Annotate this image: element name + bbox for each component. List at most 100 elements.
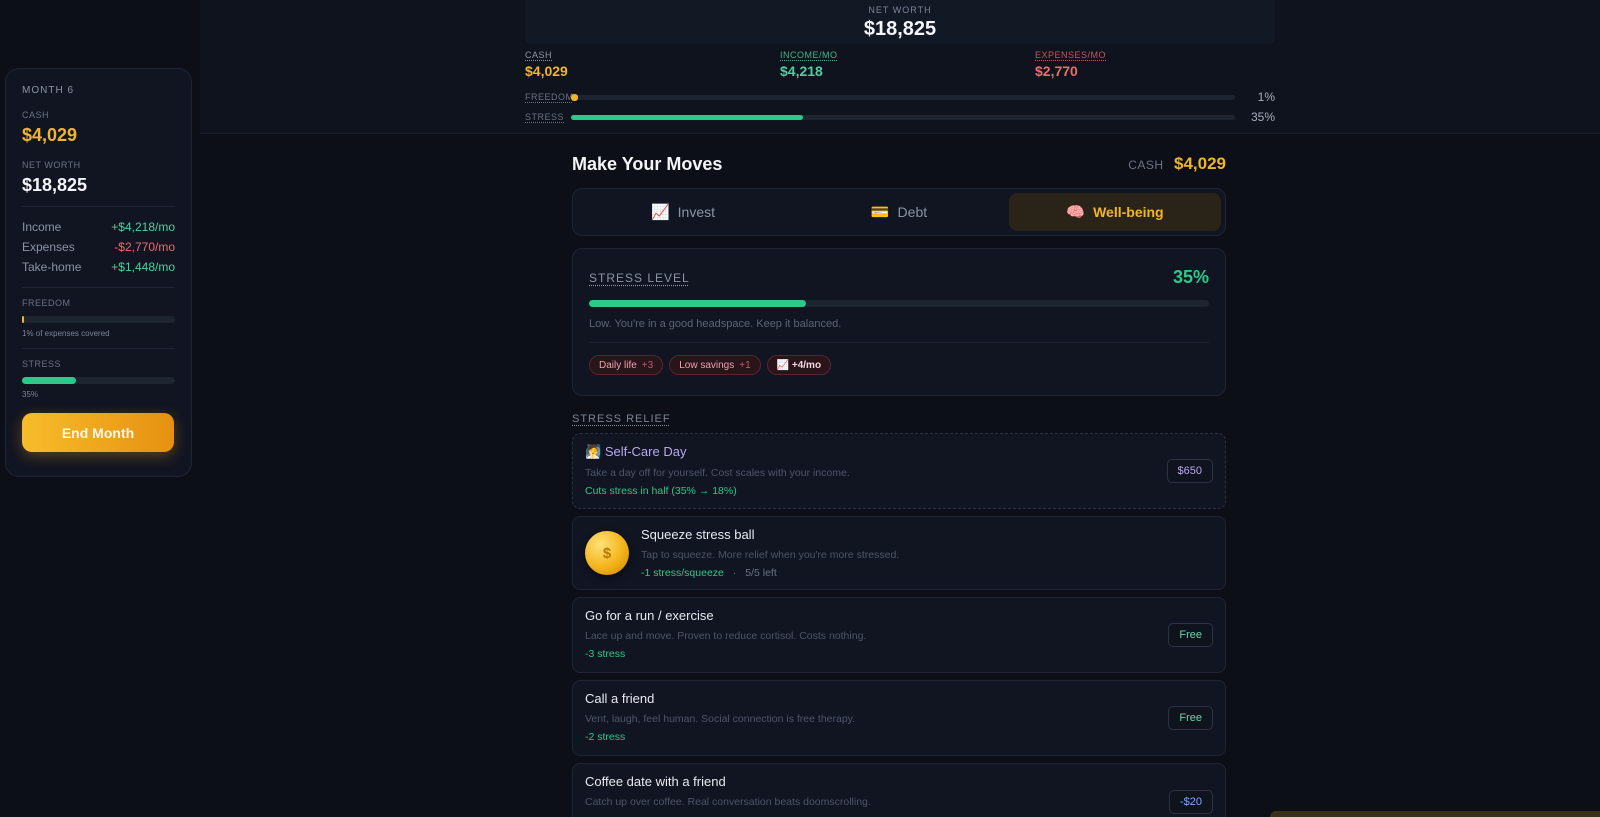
stress-ball-coin-icon[interactable]: $ — [585, 531, 629, 575]
top-freedom-meter: FREEDOM 1% — [525, 90, 1275, 104]
item-description: Catch up over coffee. Real conversation … — [585, 796, 871, 808]
stress-level-pct: 35% — [1172, 267, 1209, 287]
item-title: Go for a run / exercise — [585, 608, 714, 623]
sidebar-expenses-value: -$2,770/mo — [114, 240, 175, 254]
stress-chip-daily-life: Daily life +3 — [589, 355, 664, 375]
tab-invest-label: Invest — [677, 204, 716, 220]
top-stress-fill — [571, 114, 804, 120]
top-expenses-label: EXPENSES/MO — [1035, 50, 1107, 60]
header-cash-value: $4,029 — [1174, 154, 1226, 173]
end-month-button[interactable]: End Month — [22, 413, 174, 452]
call-friend-price-button[interactable]: Free — [1168, 706, 1213, 730]
month-label: MONTH 6 — [22, 85, 74, 96]
sidebar-freedom-fill — [22, 316, 24, 323]
page-title: Make Your Moves — [572, 153, 723, 174]
sidebar-cash-label: CASH — [22, 110, 50, 120]
item-description: Take a day off for yourself. Cost scales… — [585, 467, 850, 479]
item-description: Lace up and move. Proven to reduce corti… — [585, 630, 867, 642]
top-cash-label: CASH — [525, 50, 553, 60]
main-panel: Make Your Moves CASH $4,029 📈 Invest 💳 D… — [572, 150, 1226, 817]
divider — [22, 206, 175, 207]
sidebar-cash-value: $4,029 — [22, 125, 78, 145]
stress-level-card: STRESS LEVEL 35% Low. You're in a good h… — [572, 248, 1226, 396]
item-effect: -2 stress — [585, 731, 626, 743]
sidebar-freedom-label: FREEDOM — [22, 298, 71, 308]
chip-value: +3 — [641, 359, 654, 371]
chip-label: Low savings — [679, 359, 735, 371]
top-expenses-stat: EXPENSES/MO $2,770 — [1035, 50, 1106, 79]
brain-icon: 🧠 — [1066, 204, 1086, 221]
item-title: Call a friend — [585, 691, 655, 706]
sidebar-stress-note: 35% — [22, 390, 39, 399]
tab-debt[interactable]: 💳 Debt — [793, 193, 1005, 231]
coffee-date-price-button[interactable]: -$20 — [1168, 790, 1213, 814]
exercise-price-button[interactable]: Free — [1168, 623, 1213, 647]
net-worth-box: NET WORTH $18,825 — [525, 0, 1275, 44]
relief-item-stress-ball[interactable]: $ Squeeze stress ball Tap to squeeze. Mo… — [572, 516, 1226, 590]
relief-item-coffee-date[interactable]: Coffee date with a friend Catch up over … — [572, 763, 1226, 817]
stress-card-header: STRESS LEVEL 35% — [589, 267, 1209, 288]
item-description: Vent, laugh, feel human. Social connecti… — [585, 713, 856, 725]
item-title: 🧖 Self-Care Day — [585, 444, 1213, 460]
stress-relief-heading: STRESS RELIEF — [572, 413, 671, 425]
stress-ball-effect: -1 stress/squeeze — [641, 567, 724, 579]
top-freedom-fill — [571, 93, 578, 101]
sidebar-expenses-label: Expenses — [22, 240, 75, 254]
sidebar-net-worth-value: $18,825 — [22, 175, 88, 195]
category-tabs: 📈 Invest 💳 Debt 🧠 Well-being — [572, 188, 1226, 236]
relief-item-call-friend[interactable]: Call a friend Vent, laugh, feel human. S… — [572, 680, 1226, 756]
chip-label: 📈 +4/mo — [776, 359, 822, 371]
chip-value: +1 — [739, 359, 751, 371]
stress-ball-remaining: 5/5 left — [745, 567, 777, 579]
bottom-right-edge — [1270, 811, 1600, 817]
top-stress-track — [571, 114, 1235, 120]
tab-debt-label: Debt — [897, 204, 928, 220]
item-title: Coffee date with a friend — [585, 774, 726, 789]
divider — [589, 342, 1209, 343]
stress-chip-monthly-total: 📈 +4/mo — [766, 355, 832, 375]
sidebar-income-value: +$4,218/mo — [111, 220, 175, 234]
stress-chip-low-savings: Low savings +1 — [669, 355, 761, 375]
divider — [22, 287, 175, 288]
sidebar-stress-label: STRESS — [22, 359, 62, 369]
self-care-price-button[interactable]: $650 — [1166, 459, 1213, 483]
sidebar-takehome-value: +$1,448/mo — [111, 260, 175, 274]
tab-invest[interactable]: 📈 Invest — [577, 193, 789, 231]
stress-level-fill — [589, 300, 806, 307]
item-effect: -1 stress/squeeze · 5/5 left — [641, 567, 899, 579]
sidebar-income-row: Income +$4,218/mo — [22, 217, 175, 237]
top-cash-stat: CASH $4,029 — [525, 50, 568, 79]
relief-item-self-care[interactable]: 🧖 Self-Care Day Take a day off for yours… — [572, 433, 1226, 509]
sidebar-freedom-note: 1% of expenses covered — [22, 329, 110, 338]
item-effect: Cuts stress in half (35% → 18%) — [585, 485, 737, 497]
sidebar-takehome-label: Take-home — [22, 260, 82, 274]
moves-header: Make Your Moves CASH $4,029 — [572, 150, 1226, 178]
stress-level-track — [589, 300, 1209, 307]
chart-up-icon: 📈 — [650, 204, 670, 221]
top-expenses-value: $2,770 — [1035, 63, 1078, 79]
item-description: Tap to squeeze. More relief when you're … — [641, 549, 900, 561]
stress-level-description: Low. You're in a good headspace. Keep it… — [589, 318, 842, 330]
divider — [22, 348, 175, 349]
sidebar-expenses-row: Expenses -$2,770/mo — [22, 237, 175, 257]
relief-item-exercise[interactable]: Go for a run / exercise Lace up and move… — [572, 597, 1226, 673]
top-stress-pct: 35% — [1250, 110, 1275, 124]
item-effect: -3 stress — [585, 648, 626, 660]
tab-well-being[interactable]: 🧠 Well-being — [1009, 193, 1221, 231]
sidebar-panel: MONTH 6 CASH $4,029 NET WORTH $18,825 In… — [5, 68, 192, 477]
stress-sources: Daily life +3 Low savings +1 📈 +4/mo — [589, 355, 1209, 375]
sidebar-freedom-track — [22, 316, 175, 323]
top-income-stat: INCOME/MO $4,218 — [780, 50, 838, 79]
stress-level-label: STRESS LEVEL — [589, 270, 690, 285]
sidebar-net-worth-label: NET WORTH — [22, 160, 81, 170]
net-worth-label: NET WORTH — [868, 5, 932, 15]
item-title: Squeeze stress ball — [641, 527, 755, 542]
top-freedom-pct: 1% — [1257, 90, 1275, 104]
net-worth-value: $18,825 — [863, 18, 937, 40]
sidebar-stress-fill — [22, 377, 76, 384]
item-title-text: Self-Care Day — [604, 444, 687, 459]
top-income-value: $4,218 — [780, 63, 823, 79]
top-stress-meter: STRESS 35% — [525, 110, 1275, 124]
sidebar-stress-track — [22, 377, 175, 384]
stress-ball-text: Squeeze stress ball Tap to squeeze. More… — [641, 527, 899, 579]
